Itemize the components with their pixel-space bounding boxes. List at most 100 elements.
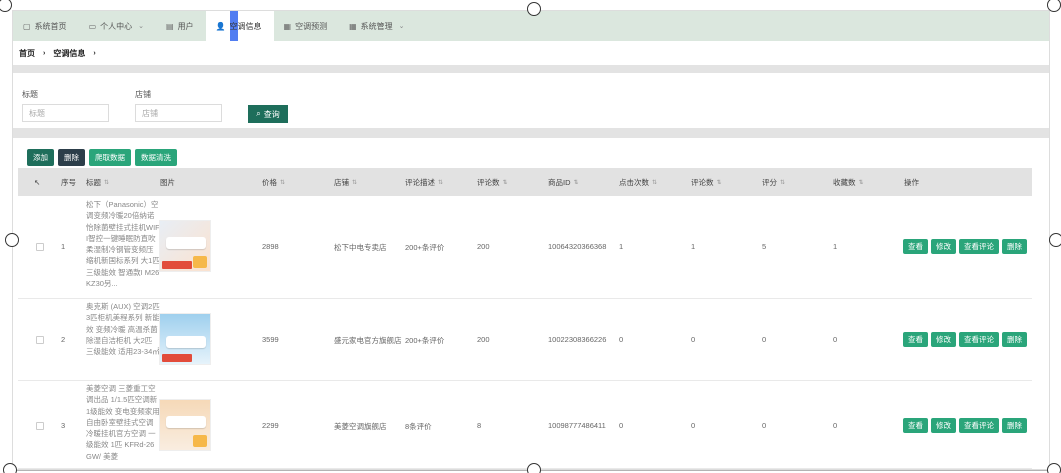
sort-icon: ⇅ xyxy=(716,179,722,186)
header-index: 序号 xyxy=(61,177,76,187)
table-row: 1 松下（Panasonic）空调变频冷暖20倍纳诺怡除菌壁挂式挂机WIFI智控… xyxy=(18,196,1032,299)
header-label: 评论描述 xyxy=(405,177,435,187)
edit-button[interactable]: 修改 xyxy=(931,332,956,347)
cell-title: 松下（Panasonic）空调变频冷暖20倍纳诺怡除菌壁挂式挂机WIFI智控一键… xyxy=(86,200,160,289)
chevron-right-icon: › xyxy=(93,49,96,57)
header-label: 点击次数 xyxy=(619,177,649,187)
resize-handle-bottom-left[interactable] xyxy=(3,463,17,473)
sort-icon: ⇅ xyxy=(280,179,286,186)
view-button[interactable]: 查看 xyxy=(903,418,928,433)
breadcrumb-current: 空调信息 xyxy=(53,48,86,58)
cursor-icon: ↖ xyxy=(34,177,41,187)
table-header: ↖ 序号 标题 ⇅ 图片 价格 ⇅ 店铺 ⇅ 评论描述 ⇅ 评论数 ⇅ 商品ID ⇅ 点击次… xyxy=(18,168,1032,196)
view-comments-button[interactable]: 查看评论 xyxy=(959,332,999,347)
row-checkbox[interactable] xyxy=(36,243,44,251)
resize-handle-top-right[interactable] xyxy=(1047,0,1061,12)
header-price[interactable]: 价格 ⇅ xyxy=(262,168,285,196)
table-row: 3 美菱空调 三菱重工空调出品 1/1.5匹空调新1级能效 变电变频家用自由卧室… xyxy=(18,381,1032,469)
title-input[interactable]: 标题 xyxy=(22,104,109,122)
cell-comment-desc: 8条评价 xyxy=(405,422,432,431)
app-window: ▢ 系统首页 ▭ 个人中心 ⌄ ▤ 用户 👤 空调信息 ▦ 空调预测 ▦ 系统管… xyxy=(12,10,1050,470)
sort-icon: ⇅ xyxy=(352,179,358,186)
header-reviews[interactable]: 评论数 ⇅ xyxy=(691,168,722,196)
edit-button[interactable]: 修改 xyxy=(931,239,956,254)
calendar-icon: ▭ xyxy=(88,21,97,31)
row-operations: 查看 修改 查看评论 删除 xyxy=(903,418,1027,433)
nav-label: 空调预测 xyxy=(295,21,328,31)
cell-score: 5 xyxy=(762,242,767,251)
breadcrumb-home[interactable]: 首页 xyxy=(19,48,35,59)
delete-row-button[interactable]: 删除 xyxy=(1002,239,1027,254)
delete-row-button[interactable]: 删除 xyxy=(1002,418,1027,433)
nav-item-ac-forecast[interactable]: ▦ 空调预测 xyxy=(274,11,340,41)
add-button[interactable]: 添加 xyxy=(27,148,54,166)
cell-reviews: 0 xyxy=(691,421,696,430)
resize-handle-middle-right[interactable] xyxy=(1049,233,1061,247)
data-table: ↖ 序号 标题 ⇅ 图片 价格 ⇅ 店铺 ⇅ 评论描述 ⇅ 评论数 ⇅ 商品ID ⇅ 点击次… xyxy=(18,168,1032,469)
document-icon: ▢ xyxy=(23,21,31,31)
row-operations: 查看 修改 查看评论 删除 xyxy=(903,239,1027,254)
header-comment-desc[interactable]: 评论描述 ⇅ xyxy=(405,168,443,196)
header-comments[interactable]: 评论数 ⇅ xyxy=(477,168,508,196)
cell-product-id: 10064320366368 xyxy=(548,242,607,251)
view-button[interactable]: 查看 xyxy=(903,239,928,254)
nav-item-home[interactable]: ▢ 系统首页 xyxy=(13,11,79,41)
resize-handle-bottom-center[interactable] xyxy=(527,463,541,473)
nav-item-system[interactable]: ▦ 系统管理 ⌄ xyxy=(339,11,416,41)
nav-label: 系统管理 xyxy=(360,21,393,31)
edit-button[interactable]: 修改 xyxy=(931,418,956,433)
cell-price: 2299 xyxy=(262,421,279,430)
row-checkbox[interactable] xyxy=(36,336,44,344)
view-button[interactable]: 查看 xyxy=(903,332,928,347)
delete-row-button[interactable]: 删除 xyxy=(1002,332,1027,347)
header-label: 评分 xyxy=(762,177,777,187)
header-title[interactable]: 标题 ⇅ xyxy=(86,168,109,196)
delete-button[interactable]: 删除 xyxy=(58,148,85,166)
chevron-right-icon: › xyxy=(43,49,46,57)
store-input[interactable]: 店铺 xyxy=(135,104,222,122)
header-favorites[interactable]: 收藏数 ⇅ xyxy=(833,168,864,196)
cell-comments: 8 xyxy=(477,421,482,430)
nav-item-users[interactable]: ▤ 用户 xyxy=(156,11,206,41)
user-icon: 👤 xyxy=(215,21,226,31)
divider-band xyxy=(13,128,1049,138)
resize-handle-bottom-right[interactable] xyxy=(1047,463,1061,473)
header-product-id[interactable]: 商品ID ⇅ xyxy=(548,168,579,196)
cell-score: 0 xyxy=(762,335,767,344)
cell-favorites: 0 xyxy=(833,421,838,430)
header-label: 商品ID xyxy=(548,177,571,187)
header-score[interactable]: 评分 ⇅ xyxy=(762,168,785,196)
resize-handle-middle-left[interactable] xyxy=(5,233,19,247)
sort-icon: ⇅ xyxy=(104,179,110,186)
search-panel: 标题 标题 店铺 店铺 ⌕ 查询 xyxy=(13,73,1049,128)
resize-handle-top-center[interactable] xyxy=(527,2,541,16)
cell-product-id: 10022308366226 xyxy=(548,335,607,344)
store-label: 店铺 xyxy=(135,90,151,99)
resize-handle-top-left[interactable] xyxy=(0,0,12,12)
view-comments-button[interactable]: 查看评论 xyxy=(959,239,999,254)
nav-label: 系统首页 xyxy=(34,21,67,31)
view-comments-button[interactable]: 查看评论 xyxy=(959,418,999,433)
search-button[interactable]: ⌕ 查询 xyxy=(248,105,288,123)
nav-item-ac-info[interactable]: 👤 空调信息 xyxy=(205,11,274,41)
header-label: 评论数 xyxy=(477,177,500,187)
cell-title: 美菱空调 三菱重工空调出品 1/1.5匹空调新1级能效 变电变频家用自由卧室壁挂… xyxy=(86,384,160,461)
cell-price: 2898 xyxy=(262,242,279,251)
sort-icon: ⇅ xyxy=(438,179,444,186)
header-store[interactable]: 店铺 ⇅ xyxy=(334,168,357,196)
header-label: 评论数 xyxy=(691,177,714,187)
sort-icon: ⇅ xyxy=(502,179,508,186)
header-label: 店铺 xyxy=(334,177,349,187)
cell-reviews: 1 xyxy=(691,242,696,251)
product-image xyxy=(159,313,211,365)
crawl-data-button[interactable]: 爬取数据 xyxy=(89,148,131,166)
action-bar: 添加 删除 爬取数据 数据清洗 xyxy=(13,138,1049,168)
cell-favorites: 0 xyxy=(833,335,838,344)
nav-item-personal[interactable]: ▭ 个人中心 ⌄ xyxy=(79,11,156,41)
cell-favorites: 1 xyxy=(833,242,838,251)
sort-icon: ⇅ xyxy=(780,179,786,186)
header-clicks[interactable]: 点击次数 ⇅ xyxy=(619,168,657,196)
row-checkbox[interactable] xyxy=(36,422,44,430)
clean-data-button[interactable]: 数据清洗 xyxy=(135,148,177,166)
cell-product-id: 10098777486411 xyxy=(548,421,606,430)
